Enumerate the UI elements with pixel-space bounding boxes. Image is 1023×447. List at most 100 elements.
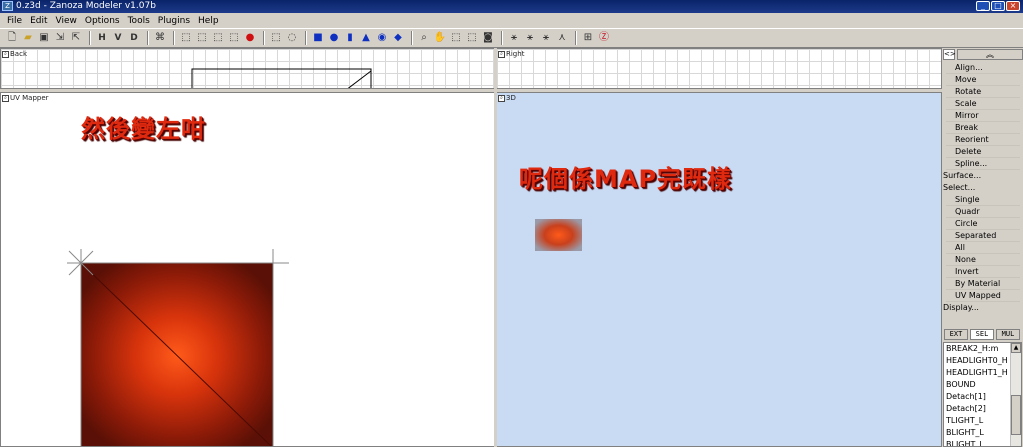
scroll-up-icon[interactable]: ▲	[1011, 343, 1021, 353]
list-item[interactable]: TLIGHT_L	[944, 415, 1012, 427]
uv-texture-map[interactable]	[1, 93, 495, 447]
export-icon[interactable]: ⇱	[69, 31, 83, 45]
list-scrollbar[interactable]: ▲	[1010, 343, 1021, 446]
viewport-right-label: Right	[506, 50, 525, 58]
import-icon[interactable]: ⇲	[53, 31, 67, 45]
bone-1-icon[interactable]: ⚹	[507, 31, 521, 45]
viewport-3d[interactable]: ⌕ 3D 呢個係MAP完既樣	[496, 92, 942, 447]
cmd-none[interactable]: None	[946, 254, 1020, 266]
torus-icon[interactable]: ◉	[375, 31, 389, 45]
tab-ext[interactable]: EXT	[944, 329, 968, 340]
viewport-zoom-icon[interactable]: ⌕	[498, 94, 505, 102]
menu-file[interactable]: File	[3, 16, 26, 26]
select-rect-icon[interactable]: ⬚	[269, 31, 283, 45]
new-file-icon[interactable]: 🗋	[5, 31, 19, 45]
object-list[interactable]: BREAK2_H:m HEADLIGHT0_H HEADLIGHT1_H BOU…	[943, 342, 1022, 447]
cube-4-icon[interactable]: ⬚	[227, 31, 241, 45]
cmd-separated[interactable]: Separated	[946, 230, 1020, 242]
cmd-all[interactable]: All	[946, 242, 1020, 254]
bone-4-icon[interactable]: ⋏	[555, 31, 569, 45]
cmd-align[interactable]: Align...	[946, 62, 1020, 74]
menu-edit[interactable]: Edit	[26, 16, 51, 26]
scroll-thumb[interactable]	[1011, 395, 1021, 435]
cmd-single[interactable]: Single	[946, 194, 1020, 206]
cmd-reorient[interactable]: Reorient	[946, 134, 1020, 146]
gem-icon[interactable]: ◆	[391, 31, 405, 45]
bone-3-icon[interactable]: ⚹	[539, 31, 553, 45]
cube-1-icon[interactable]: ⬚	[179, 31, 193, 45]
cmd-quadr[interactable]: Quadr	[946, 206, 1020, 218]
cylinder-icon[interactable]: ▮	[343, 31, 357, 45]
list-item[interactable]: HEADLIGHT0_H	[944, 355, 1012, 367]
3d-model-preview[interactable]	[497, 93, 942, 447]
close-button[interactable]: ×	[1006, 1, 1020, 11]
cube-2-icon[interactable]: ⬚	[195, 31, 209, 45]
viewport-zoom-icon[interactable]: ⌕	[2, 50, 9, 58]
network-icon[interactable]: ⌘	[153, 31, 167, 45]
section-select[interactable]: Select...	[942, 182, 1020, 194]
open-folder-icon[interactable]: ▰	[21, 31, 35, 45]
maximize-button[interactable]: □	[991, 1, 1005, 11]
select-circle-icon[interactable]: ◌	[285, 31, 299, 45]
viewport-3d-label: 3D	[506, 94, 516, 102]
cmd-by-material[interactable]: By Material	[946, 278, 1020, 290]
viewport-zoom-icon[interactable]: ⌕	[498, 50, 505, 58]
panel-collapse-button[interactable]: ︽	[957, 49, 1023, 60]
camera-icon[interactable]: ◙	[481, 31, 495, 45]
app-icon[interactable]: Z	[2, 1, 13, 11]
cmd-move[interactable]: Move	[946, 74, 1020, 86]
viewport-uv-label: UV Mapper	[10, 94, 49, 102]
list-item[interactable]: BOUND	[944, 379, 1012, 391]
viewport-right[interactable]: ⌕ Right	[496, 48, 942, 89]
bone-2-icon[interactable]: ⚹	[523, 31, 537, 45]
red-sphere-icon[interactable]: ●	[243, 31, 257, 45]
cube-3-icon[interactable]: ⬚	[211, 31, 225, 45]
zoom-icon[interactable]: ⌕	[417, 31, 431, 45]
cmd-rotate[interactable]: Rotate	[946, 86, 1020, 98]
viewport-uv-mapper[interactable]: ⌕ UV Mapper 然後變左咁	[0, 92, 495, 447]
uv-icon[interactable]: ⊞	[581, 31, 595, 45]
cmd-invert[interactable]: Invert	[946, 266, 1020, 278]
cmd-spline[interactable]: Spline...	[946, 158, 1020, 170]
pan-hand-icon[interactable]: ✋	[433, 31, 447, 45]
list-item[interactable]: BLIGHT_L	[944, 439, 1012, 446]
viewport-zoom-icon[interactable]: ⌕	[2, 94, 9, 102]
cmd-delete[interactable]: Delete	[946, 146, 1020, 158]
tab-sel[interactable]: SEL	[970, 329, 994, 340]
menu-options[interactable]: Options	[81, 16, 124, 26]
window-cube-icon[interactable]: ⬚	[465, 31, 479, 45]
panel-pin-button[interactable]: <>	[943, 49, 956, 60]
cmd-circle[interactable]: Circle	[946, 218, 1020, 230]
cmd-break[interactable]: Break	[946, 122, 1020, 134]
z-logo-icon[interactable]: Ⓩ	[597, 31, 611, 45]
sphere-icon[interactable]: ●	[327, 31, 341, 45]
save-disk-icon[interactable]: ▣	[37, 31, 51, 45]
view-h-button[interactable]: H	[95, 31, 109, 45]
section-display[interactable]: Display...	[942, 302, 1020, 314]
section-surface[interactable]: Surface...	[942, 170, 1020, 182]
menu-tools[interactable]: Tools	[124, 16, 154, 26]
window-title: 0.z3d - Zanoza Modeler v1.07b	[16, 1, 156, 11]
list-item[interactable]: HEADLIGHT1_H	[944, 367, 1012, 379]
ortho-cube-icon[interactable]: ⬚	[449, 31, 463, 45]
menu-view[interactable]: View	[52, 16, 81, 26]
menu-help[interactable]: Help	[194, 16, 223, 26]
list-item[interactable]: BLIGHT_L	[944, 427, 1012, 439]
cone-icon[interactable]: ▲	[359, 31, 373, 45]
viewport-back-label: Back	[10, 50, 27, 58]
back-wireframe	[191, 68, 372, 88]
list-item[interactable]: Detach[1]	[944, 391, 1012, 403]
tab-mul[interactable]: MUL	[996, 329, 1020, 340]
minimize-button[interactable]: _	[976, 1, 990, 11]
cmd-scale[interactable]: Scale	[946, 98, 1020, 110]
box-icon[interactable]: ■	[311, 31, 325, 45]
view-d-button[interactable]: D	[127, 31, 141, 45]
vertical-splitter[interactable]	[494, 48, 497, 447]
list-item[interactable]: BREAK2_H:m	[944, 343, 1012, 355]
cmd-uv-mapped[interactable]: UV Mapped	[946, 290, 1020, 302]
list-item[interactable]: Detach[2]	[944, 403, 1012, 415]
view-v-button[interactable]: V	[111, 31, 125, 45]
menu-plugins[interactable]: Plugins	[154, 16, 194, 26]
cmd-mirror[interactable]: Mirror	[946, 110, 1020, 122]
viewport-back[interactable]: ⌕ Back	[0, 48, 495, 89]
